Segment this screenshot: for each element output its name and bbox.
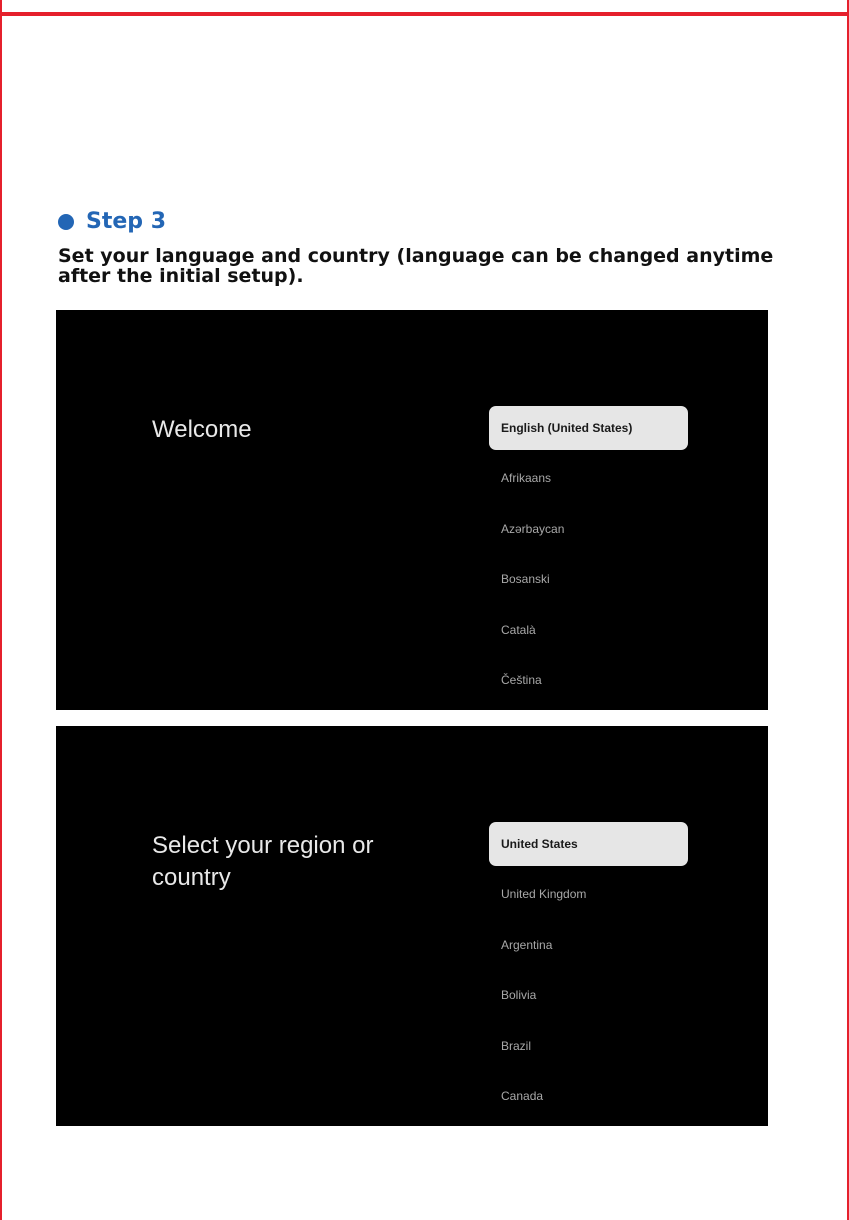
bullet-dot-icon	[58, 214, 74, 230]
region-option[interactable]: Canada	[489, 1074, 688, 1118]
page-top-border	[0, 12, 849, 16]
language-option[interactable]: Català	[489, 608, 688, 652]
region-option-selected[interactable]: United States	[489, 822, 688, 866]
region-list: United States United Kingdom Argentina B…	[489, 822, 688, 1124]
screen-title-welcome: Welcome	[152, 416, 252, 443]
step-title: Step 3	[86, 209, 166, 234]
language-option[interactable]: Afrikaans	[489, 456, 688, 500]
step-description: Set your language and country (language …	[58, 245, 774, 287]
screen-title-region: Select your region or country	[152, 832, 374, 891]
language-option[interactable]: Bosanski	[489, 557, 688, 601]
language-option[interactable]: Čeština	[489, 658, 688, 702]
region-option[interactable]: United Kingdom	[489, 872, 688, 916]
language-screen: Welcome English (United States) Afrikaan…	[56, 310, 768, 710]
language-option[interactable]: Azərbaycan	[489, 507, 688, 551]
region-screen: Select your region or country United Sta…	[56, 726, 768, 1126]
language-option-selected[interactable]: English (United States)	[489, 406, 688, 450]
region-option[interactable]: Argentina	[489, 923, 688, 967]
step-heading: Step 3	[58, 206, 166, 238]
region-option[interactable]: Bolivia	[489, 973, 688, 1017]
region-option[interactable]: Brazil	[489, 1024, 688, 1068]
language-list: English (United States) Afrikaans Azərba…	[489, 406, 688, 708]
